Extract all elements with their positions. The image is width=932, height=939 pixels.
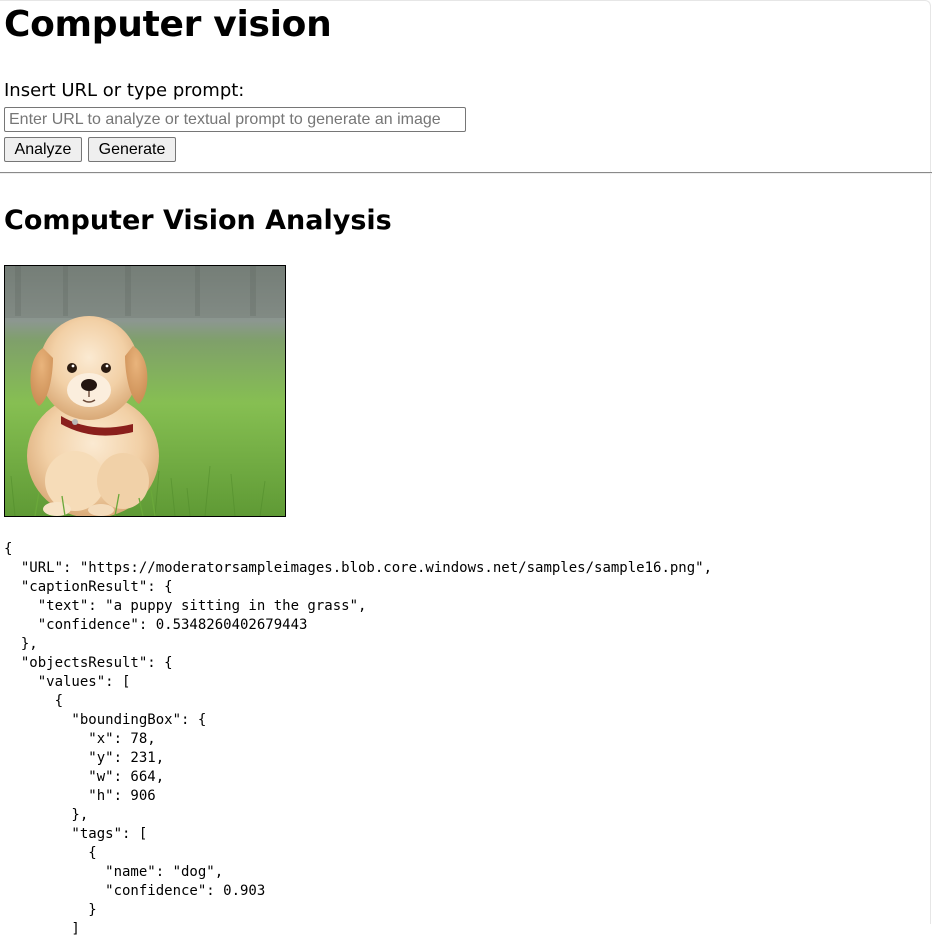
section-divider bbox=[0, 172, 932, 174]
prompt-label: Insert URL or type prompt: bbox=[4, 80, 245, 101]
analysis-json-output: { "URL": "https://moderatorsampleimages.… bbox=[4, 541, 713, 937]
page-title: Computer vision bbox=[4, 4, 332, 45]
analyze-button[interactable]: Analyze bbox=[4, 137, 82, 162]
puppy-photo-icon bbox=[5, 266, 285, 516]
analyzed-image bbox=[4, 265, 286, 517]
generate-button[interactable]: Generate bbox=[88, 137, 176, 162]
url-prompt-input[interactable] bbox=[4, 107, 466, 132]
analysis-heading: Computer Vision Analysis bbox=[4, 205, 392, 236]
